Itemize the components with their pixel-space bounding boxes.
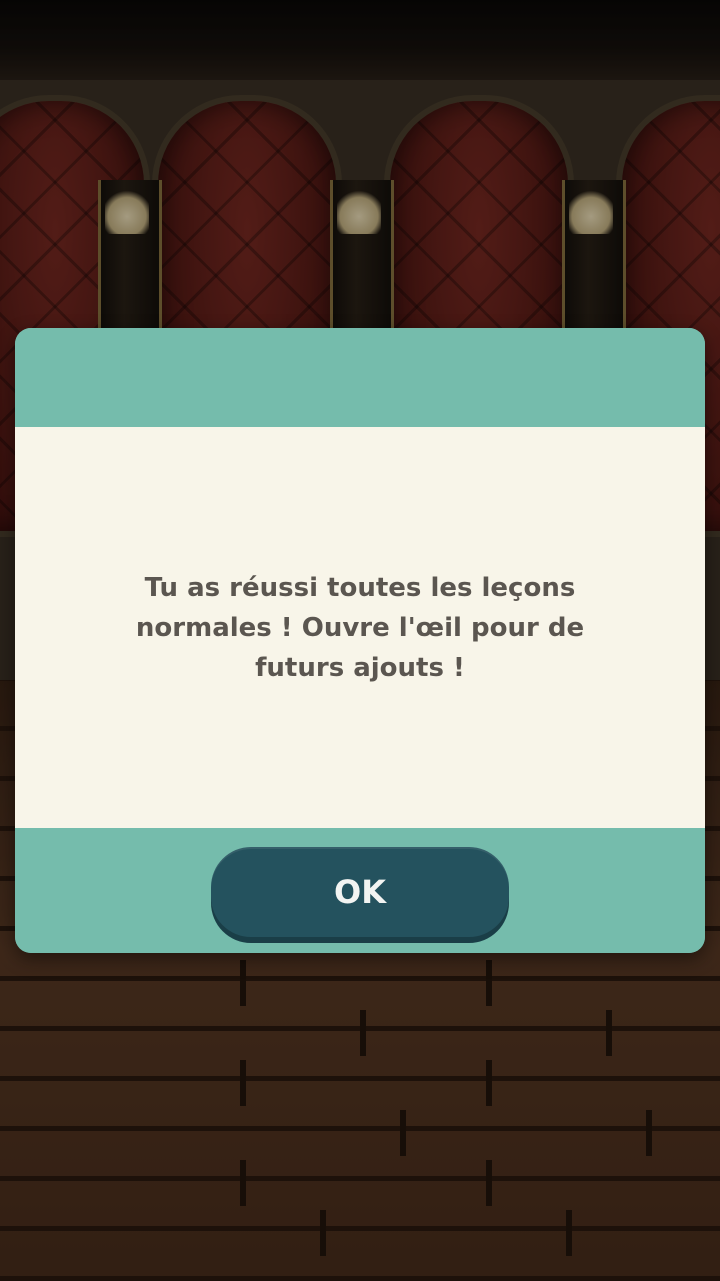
dialog-body: Tu as réussi toutes les leçons normales … — [15, 427, 705, 828]
dialog-footer: OK — [15, 828, 705, 953]
dialog-header — [15, 328, 705, 427]
completion-dialog: Tu as réussi toutes les leçons normales … — [15, 328, 705, 953]
ok-button[interactable]: OK — [211, 847, 509, 937]
game-screen: Tu as réussi toutes les leçons normales … — [0, 0, 720, 1281]
ok-button-label: OK — [334, 873, 386, 911]
dialog-message: Tu as réussi toutes les leçons normales … — [135, 572, 585, 683]
